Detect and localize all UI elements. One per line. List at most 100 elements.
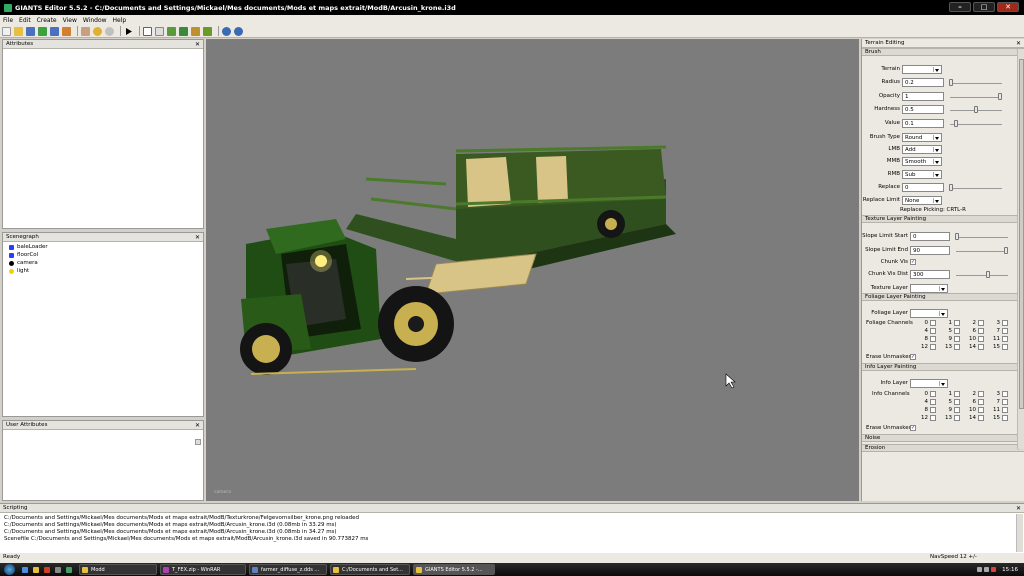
value-slider-thumb[interactable] <box>954 120 958 127</box>
info-erase-checkbox[interactable]: ✓ <box>910 425 916 431</box>
settings-icon[interactable] <box>234 26 243 36</box>
foliage-channel-checkbox[interactable] <box>978 344 984 350</box>
tray-volume-icon[interactable] <box>984 567 990 572</box>
scripting-scrollbar[interactable] <box>1016 514 1023 552</box>
replace-limit-select[interactable]: None <box>902 196 942 205</box>
minimize-button[interactable]: – <box>949 2 971 12</box>
slope-end-input[interactable]: 90 <box>910 246 950 255</box>
foliage-channel-checkbox[interactable] <box>1002 320 1008 326</box>
close-icon[interactable]: ✕ <box>1016 505 1021 512</box>
info-layer-select[interactable] <box>910 379 948 388</box>
3d-viewport[interactable]: camera <box>206 39 859 501</box>
quicklaunch-media-icon[interactable] <box>55 566 61 573</box>
foliage-channel-checkbox[interactable] <box>930 336 936 342</box>
scenegraph-item-camera[interactable]: camera <box>3 259 203 267</box>
replace-slider[interactable] <box>950 188 1002 189</box>
foliage-channel-checkbox[interactable] <box>954 328 960 334</box>
close-icon[interactable]: ✕ <box>195 422 200 429</box>
scenegraph-item-baleloader[interactable]: baleLoader <box>3 243 203 251</box>
info-channel-checkbox[interactable] <box>930 399 936 405</box>
radius-slider[interactable] <box>950 83 1002 84</box>
mmb-select[interactable]: Smooth <box>902 157 942 166</box>
undo-icon[interactable] <box>93 26 102 36</box>
save-icon[interactable] <box>26 26 35 36</box>
info-channel-checkbox[interactable] <box>978 399 984 405</box>
scroll-handle[interactable] <box>195 439 201 445</box>
close-icon[interactable]: ✕ <box>195 41 200 48</box>
menu-help[interactable]: Help <box>113 17 127 24</box>
foliage-channel-checkbox[interactable] <box>1002 344 1008 350</box>
select-icon[interactable] <box>143 26 152 36</box>
menu-create[interactable]: Create <box>37 17 57 24</box>
close-icon[interactable]: ✕ <box>1016 40 1021 47</box>
foliage-channel-checkbox[interactable] <box>1002 336 1008 342</box>
rmb-select[interactable]: Sub <box>902 170 942 179</box>
slope-start-input[interactable]: 0 <box>910 232 950 241</box>
opacity-slider[interactable] <box>950 97 1002 98</box>
info-section-header[interactable]: Info Layer Painting ▼ <box>862 363 1024 371</box>
scenegraph-item-floorcol[interactable]: floorCol <box>3 251 203 259</box>
paint-icon[interactable] <box>191 26 200 36</box>
replace-input[interactable]: 0 <box>902 183 944 192</box>
brush-section-header[interactable]: Brush ▼ <box>862 48 1024 56</box>
task-explorer[interactable]: C:/Documents and Set... <box>330 564 410 575</box>
foliage-channel-checkbox[interactable] <box>954 336 960 342</box>
terrain-scrollbar-thumb[interactable] <box>1019 59 1024 409</box>
quicklaunch-app-icon[interactable] <box>66 566 72 573</box>
open-icon[interactable] <box>14 26 23 36</box>
reload-icon[interactable] <box>38 26 47 36</box>
foliage-channel-checkbox[interactable] <box>978 328 984 334</box>
hardness-slider-thumb[interactable] <box>974 106 978 113</box>
task-winrar[interactable]: T_FEX.zip - WinRAR <box>160 564 246 575</box>
erosion-section-header[interactable]: Erosion ▼ <box>862 444 1024 452</box>
opacity-slider-thumb[interactable] <box>998 93 1002 100</box>
info-channel-checkbox[interactable] <box>1002 407 1008 413</box>
task-giants-editor[interactable]: GIANTS Editor 5.5.2 -... <box>413 564 495 575</box>
radius-input[interactable]: 0.2 <box>902 78 944 87</box>
foliage-channel-checkbox[interactable] <box>930 328 936 334</box>
clock[interactable]: 15:16 <box>1002 567 1018 573</box>
tray-network-icon[interactable] <box>977 567 983 572</box>
quicklaunch-ie-icon[interactable] <box>22 566 28 573</box>
noise-section-header[interactable]: Noise ▼ <box>862 434 1024 442</box>
info-channel-checkbox[interactable] <box>930 407 936 413</box>
info-channel-checkbox[interactable] <box>1002 391 1008 397</box>
save-as-icon[interactable] <box>50 26 59 36</box>
tray-security-icon[interactable] <box>991 567 997 572</box>
task-modd[interactable]: Modd <box>79 564 157 575</box>
info-channel-checkbox[interactable] <box>954 391 960 397</box>
export-icon[interactable] <box>62 26 71 36</box>
close-button[interactable]: ✕ <box>997 2 1019 12</box>
info-channel-checkbox[interactable] <box>1002 415 1008 421</box>
replace-slider-thumb[interactable] <box>949 184 953 191</box>
info-channel-checkbox[interactable] <box>954 407 960 413</box>
foliage-channel-checkbox[interactable] <box>978 336 984 342</box>
texture-section-header[interactable]: Texture Layer Painting ▼ <box>862 215 1024 223</box>
menu-file[interactable]: File <box>3 17 13 24</box>
hand-icon[interactable] <box>81 26 90 36</box>
brush-icon[interactable] <box>203 26 212 36</box>
gear-icon[interactable] <box>222 26 231 36</box>
info-channel-checkbox[interactable] <box>930 391 936 397</box>
menu-view[interactable]: View <box>63 17 77 24</box>
quicklaunch-browser-icon[interactable] <box>44 566 50 573</box>
foliage-erase-checkbox[interactable]: ✓ <box>910 354 916 360</box>
info-channel-checkbox[interactable] <box>978 415 984 421</box>
redo-icon[interactable] <box>105 26 114 36</box>
foliage-channel-checkbox[interactable] <box>954 344 960 350</box>
quicklaunch-folder-icon[interactable] <box>33 566 39 573</box>
foliage-channel-checkbox[interactable] <box>978 320 984 326</box>
slope-start-slider-thumb[interactable] <box>955 233 959 240</box>
foliage-layer-select[interactable] <box>910 309 948 318</box>
info-channel-checkbox[interactable] <box>954 415 960 421</box>
foliage-channel-checkbox[interactable] <box>954 320 960 326</box>
foliage-section-header[interactable]: Foliage Layer Painting ▼ <box>862 293 1024 301</box>
foliage-channel-checkbox[interactable] <box>930 344 936 350</box>
opacity-input[interactable]: 1 <box>902 92 944 101</box>
menu-edit[interactable]: Edit <box>19 17 31 24</box>
close-icon[interactable]: ✕ <box>195 234 200 241</box>
maximize-button[interactable]: □ <box>973 2 995 12</box>
hardness-input[interactable]: 0.5 <box>902 105 944 114</box>
terrain-select[interactable] <box>902 65 942 74</box>
task-dds-image[interactable]: farmer_diffuse_z.dds ... <box>249 564 327 575</box>
